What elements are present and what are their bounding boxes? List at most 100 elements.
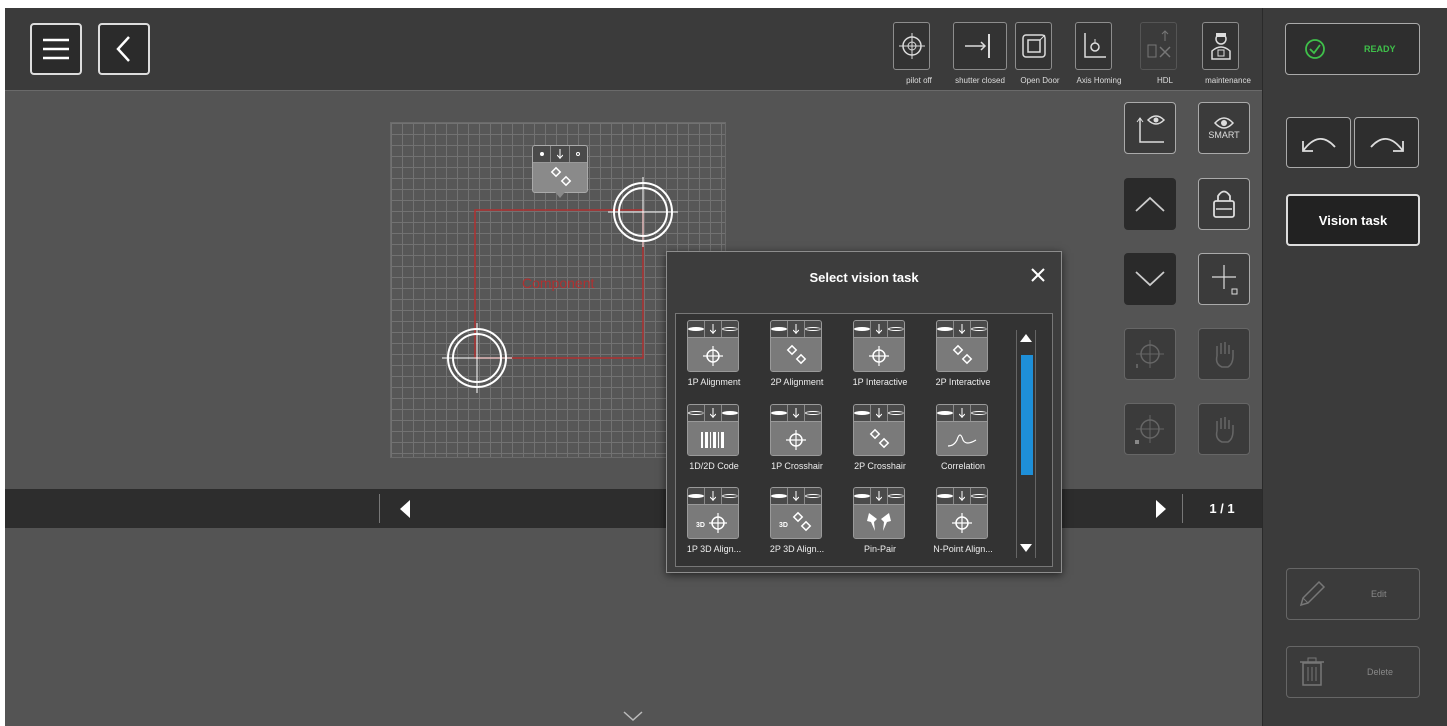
tile-label: 2P Alignment	[770, 377, 824, 387]
tile-header	[771, 321, 821, 338]
door-icon	[1021, 34, 1046, 58]
tile-header	[771, 488, 821, 505]
edit-label: Edit	[1371, 589, 1387, 599]
tile-label: N-Point Align...	[933, 544, 993, 554]
vision-task-tile[interactable]: 2P Interactive	[935, 320, 991, 396]
undo-icon	[1301, 137, 1336, 152]
trash-icon	[1300, 657, 1324, 686]
axis-homing-button[interactable]	[1075, 22, 1112, 70]
hand-icon	[1215, 417, 1234, 443]
move-down-button[interactable]	[1124, 253, 1176, 305]
axis-homing-label: Axis Homing	[1076, 76, 1122, 85]
axis-homing-icon	[1083, 33, 1106, 58]
chevron-up-icon	[1135, 196, 1165, 212]
tile-label: 2P 3D Align...	[769, 544, 825, 554]
close-button[interactable]	[1029, 266, 1047, 284]
vision-task-label: Vision task	[1318, 212, 1388, 228]
vision-task-tile[interactable]: N-Point Align...	[933, 487, 993, 563]
tile-label: 1P Crosshair	[771, 461, 823, 471]
vision-task-tile[interactable]: Pin-Pair	[852, 487, 908, 563]
scrollbar[interactable]	[1016, 330, 1036, 558]
tile-label: 2P Crosshair	[854, 461, 906, 471]
crosshair-icon	[898, 33, 925, 59]
tile-label: 1P Alignment	[687, 377, 741, 387]
vision-task-tile[interactable]: 1P Interactive	[852, 320, 908, 396]
chevron-down-icon	[1135, 271, 1165, 287]
tile-header	[688, 405, 738, 422]
fiducial-mark-top-right[interactable]	[608, 177, 678, 247]
pin-pair-icon	[867, 512, 891, 531]
target-icon	[1135, 415, 1164, 444]
tile-label: Pin-Pair	[863, 544, 896, 554]
nav-divider-right	[1182, 494, 1183, 523]
chevron-left-icon	[116, 36, 130, 62]
tile-label: Correlation	[940, 461, 986, 471]
component-label: Component	[522, 275, 595, 291]
previous-page-button[interactable]	[398, 499, 412, 519]
shutter-button[interactable]	[953, 22, 1007, 70]
hand-icon	[1215, 342, 1234, 368]
tile-header	[937, 405, 987, 422]
menu-button[interactable]	[30, 23, 82, 75]
scroll-up-icon[interactable]	[1020, 334, 1032, 342]
shutter-icon	[965, 34, 990, 58]
svg-text:3D: 3D	[779, 522, 788, 529]
vision-task-tile[interactable]: 1P Alignment	[686, 320, 742, 396]
add-point-button[interactable]	[1198, 253, 1250, 305]
target-2-button[interactable]	[1124, 403, 1176, 455]
ready-status: READY	[1285, 23, 1420, 75]
expand-down-icon[interactable]	[622, 710, 644, 722]
crosshair-3d-icon: 3D	[696, 512, 727, 533]
lock-button[interactable]	[1198, 178, 1250, 230]
fiducial-mark-bottom-left[interactable]	[442, 323, 512, 393]
hand-2-button[interactable]	[1198, 403, 1250, 455]
tile-card	[936, 320, 988, 372]
back-button[interactable]	[98, 23, 150, 75]
delete-button[interactable]: Delete	[1286, 646, 1420, 698]
vision-task-tile[interactable]: Correlation	[935, 404, 991, 480]
view-origin-button[interactable]	[1124, 102, 1176, 154]
two-point-icon	[952, 344, 973, 364]
redo-button[interactable]	[1354, 117, 1419, 168]
pilot-off-button[interactable]	[893, 22, 930, 70]
tile-header	[854, 488, 904, 505]
hdl-button[interactable]	[1140, 22, 1177, 70]
vision-task-list: 1P Alignment 2P Alignment 1P Interactive 2P…	[675, 313, 1053, 567]
tile-header	[771, 405, 821, 422]
hand-1-button[interactable]	[1198, 328, 1250, 380]
delete-label: Delete	[1367, 667, 1394, 677]
open-door-button[interactable]	[1015, 22, 1052, 70]
move-up-button[interactable]	[1124, 178, 1176, 230]
next-page-button[interactable]	[1154, 499, 1168, 519]
vision-task-button[interactable]: Vision task	[1286, 194, 1420, 246]
vision-task-tile[interactable]: 3D 2P 3D Align...	[769, 487, 825, 563]
lock-icon	[1213, 190, 1235, 218]
tile-card	[853, 320, 905, 372]
scroll-down-icon[interactable]	[1020, 544, 1032, 552]
two-point-icon	[786, 344, 807, 364]
tile-header	[937, 321, 987, 338]
tile-label: 2P Interactive	[935, 377, 991, 387]
target-1-button[interactable]	[1124, 328, 1176, 380]
vision-task-tile[interactable]: 3D 1P 3D Align...	[686, 487, 742, 563]
tile-card: 3D	[770, 487, 822, 539]
smart-view-button[interactable]: SMART	[1198, 102, 1250, 154]
maintenance-label: maintenance	[1205, 76, 1251, 85]
correlation-icon	[947, 433, 977, 447]
page-navigation-bar	[5, 489, 1262, 528]
undo-button[interactable]	[1286, 117, 1351, 168]
vision-task-tile[interactable]: 1P Crosshair	[769, 404, 825, 480]
tile-card	[770, 320, 822, 372]
crosshair-icon	[869, 345, 889, 366]
vision-task-tile[interactable]: 2P Alignment	[769, 320, 825, 396]
dialog-title: Select vision task	[809, 270, 919, 285]
pencil-icon	[1299, 580, 1326, 607]
tile-card	[687, 320, 739, 372]
maintenance-button[interactable]	[1202, 22, 1239, 70]
pilot-off-label: pilot off	[906, 76, 932, 85]
task-marker[interactable]	[532, 145, 588, 199]
scroll-thumb[interactable]	[1021, 355, 1033, 475]
vision-task-tile[interactable]: 2P Crosshair	[852, 404, 908, 480]
edit-button[interactable]: Edit	[1286, 568, 1420, 620]
vision-task-tile[interactable]: 1D/2D Code	[686, 404, 742, 480]
